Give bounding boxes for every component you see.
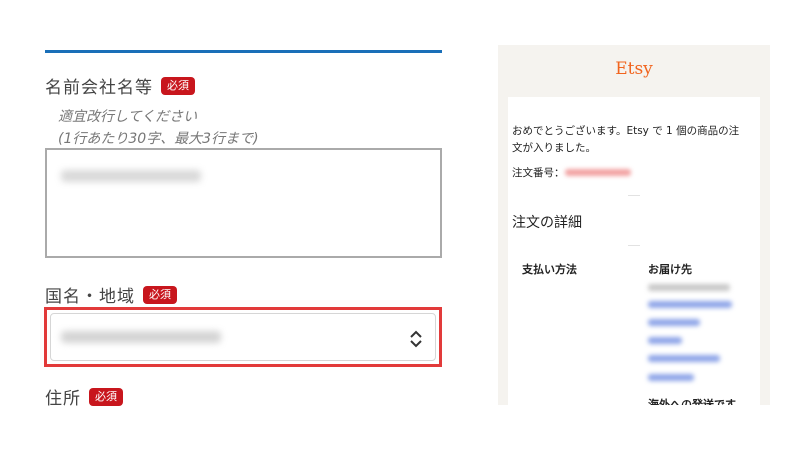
name-field-label-text: 名前会社名等 — [45, 78, 153, 98]
address-field-label-text: 住所 — [45, 389, 81, 409]
redacted-recipient-name — [648, 284, 730, 291]
redacted-address-line[interactable] — [648, 301, 732, 308]
redacted-order-number[interactable] — [564, 169, 631, 176]
chevron-updown-icon — [410, 330, 422, 348]
redacted-address-line[interactable] — [648, 374, 694, 381]
country-select[interactable] — [50, 313, 436, 361]
order-message: おめでとうございます。Etsy で 1 個の商品の注文が入りました。 — [512, 125, 740, 154]
redacted-name-value — [61, 170, 201, 182]
name-textarea[interactable] — [45, 148, 442, 258]
order-number-label: 注文番号： — [512, 167, 565, 179]
payment-method-label: 支払い方法 — [522, 263, 577, 276]
etsy-logo: Etsy — [615, 59, 653, 79]
section-divider — [45, 50, 442, 53]
required-badge: 必須 — [89, 387, 123, 406]
divider — [628, 195, 640, 196]
redacted-address-line[interactable] — [648, 355, 720, 362]
required-badge: 必須 — [143, 285, 177, 304]
name-field-hint: 適宜改行してください — [58, 109, 198, 125]
order-details-title: 注文の詳細 — [512, 215, 582, 231]
name-field-label: 名前会社名等 必須 — [45, 73, 195, 98]
address-field-label: 住所 必須 — [45, 384, 123, 409]
divider — [628, 245, 640, 246]
overseas-shipping-note: 海外への発送です — [648, 398, 736, 405]
redacted-address-line[interactable] — [648, 319, 700, 326]
redacted-address-line[interactable] — [648, 337, 682, 344]
required-badge: 必須 — [161, 76, 195, 95]
country-select-highlight — [44, 307, 442, 367]
order-number-row: 注文番号： — [512, 165, 631, 180]
country-field-label: 国名・地域 必須 — [45, 282, 177, 307]
email-preview: Etsy おめでとうございます。Etsy で 1 個の商品の注文が入りました。 … — [498, 45, 770, 405]
redacted-country-value — [61, 331, 221, 343]
ship-to-label: お届け先 — [648, 263, 692, 276]
name-field-hint-limit: (1行あたり30字、最大3行まで) — [58, 131, 259, 147]
country-field-label-text: 国名・地域 — [45, 287, 135, 307]
